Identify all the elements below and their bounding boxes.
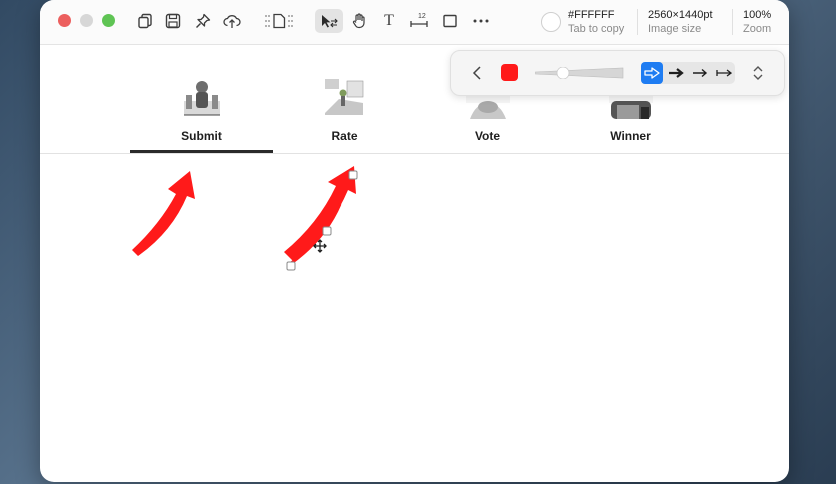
pin-icon[interactable]	[190, 9, 216, 33]
drawing-canvas[interactable]	[40, 154, 789, 482]
double-arrow-style-button[interactable]	[713, 62, 735, 84]
submit-thumbnail	[184, 81, 220, 116]
toolbar: T 12 #FFFFFF Tab to copy 2560×1440pt Ima…	[40, 0, 789, 45]
upload-cloud-icon[interactable]	[219, 9, 245, 33]
hollow-arrow-style-button[interactable]	[641, 62, 663, 84]
selection-handle[interactable]	[286, 261, 296, 271]
chevron-up-down-icon[interactable]	[749, 63, 767, 83]
thin-arrow-style-button[interactable]	[689, 62, 711, 84]
minimize-window-button[interactable]	[80, 14, 93, 27]
tab-label: Rate	[331, 129, 358, 143]
color-hex-value[interactable]: #FFFFFF	[568, 9, 614, 21]
selection-handle[interactable]	[322, 226, 332, 236]
stroke-width-slider[interactable]	[535, 67, 625, 79]
back-chevron-icon[interactable]	[469, 63, 485, 83]
tab-submit[interactable]: Submit	[130, 45, 273, 153]
selection-handle[interactable]	[348, 170, 358, 180]
rate-thumbnail	[325, 79, 364, 115]
save-icon[interactable]	[160, 9, 186, 33]
toolbar-divider	[637, 9, 638, 35]
zoom-window-button[interactable]	[102, 14, 115, 27]
arrow-style-popover	[450, 50, 785, 96]
select-arrow-icon[interactable]	[315, 9, 343, 33]
image-size-label: Image size	[648, 23, 702, 35]
close-window-button[interactable]	[58, 14, 71, 27]
text-icon[interactable]: T	[376, 9, 402, 33]
more-icon[interactable]	[468, 9, 494, 33]
color-hint-label: Tab to copy	[568, 23, 625, 35]
tab-label: Vote	[474, 129, 501, 143]
image-size-value[interactable]: 2560×1440pt	[648, 9, 713, 21]
page-layout-icon[interactable]	[262, 9, 296, 33]
zoom-label: Zoom	[743, 23, 772, 35]
color-swatch[interactable]	[541, 12, 561, 32]
copy-icon[interactable]	[132, 9, 158, 33]
app-window: T 12 #FFFFFF Tab to copy 2560×1440pt Ima…	[40, 0, 789, 482]
stroke-color-swatch[interactable]	[501, 64, 518, 81]
rectangle-icon[interactable]	[437, 9, 463, 33]
measure-icon[interactable]: 12	[406, 9, 432, 33]
hand-icon[interactable]	[346, 9, 372, 33]
measure-badge: 12	[418, 13, 426, 20]
toolbar-divider	[732, 9, 733, 35]
zoom-value[interactable]: 100%	[743, 9, 771, 21]
tab-rate[interactable]: Rate	[273, 45, 416, 153]
bold-arrow-style-button[interactable]	[665, 62, 687, 84]
arrow-annotation[interactable]	[132, 171, 195, 256]
tab-label: Winner	[610, 129, 651, 143]
tab-label: Submit	[181, 129, 222, 143]
active-tab-indicator	[130, 150, 273, 153]
